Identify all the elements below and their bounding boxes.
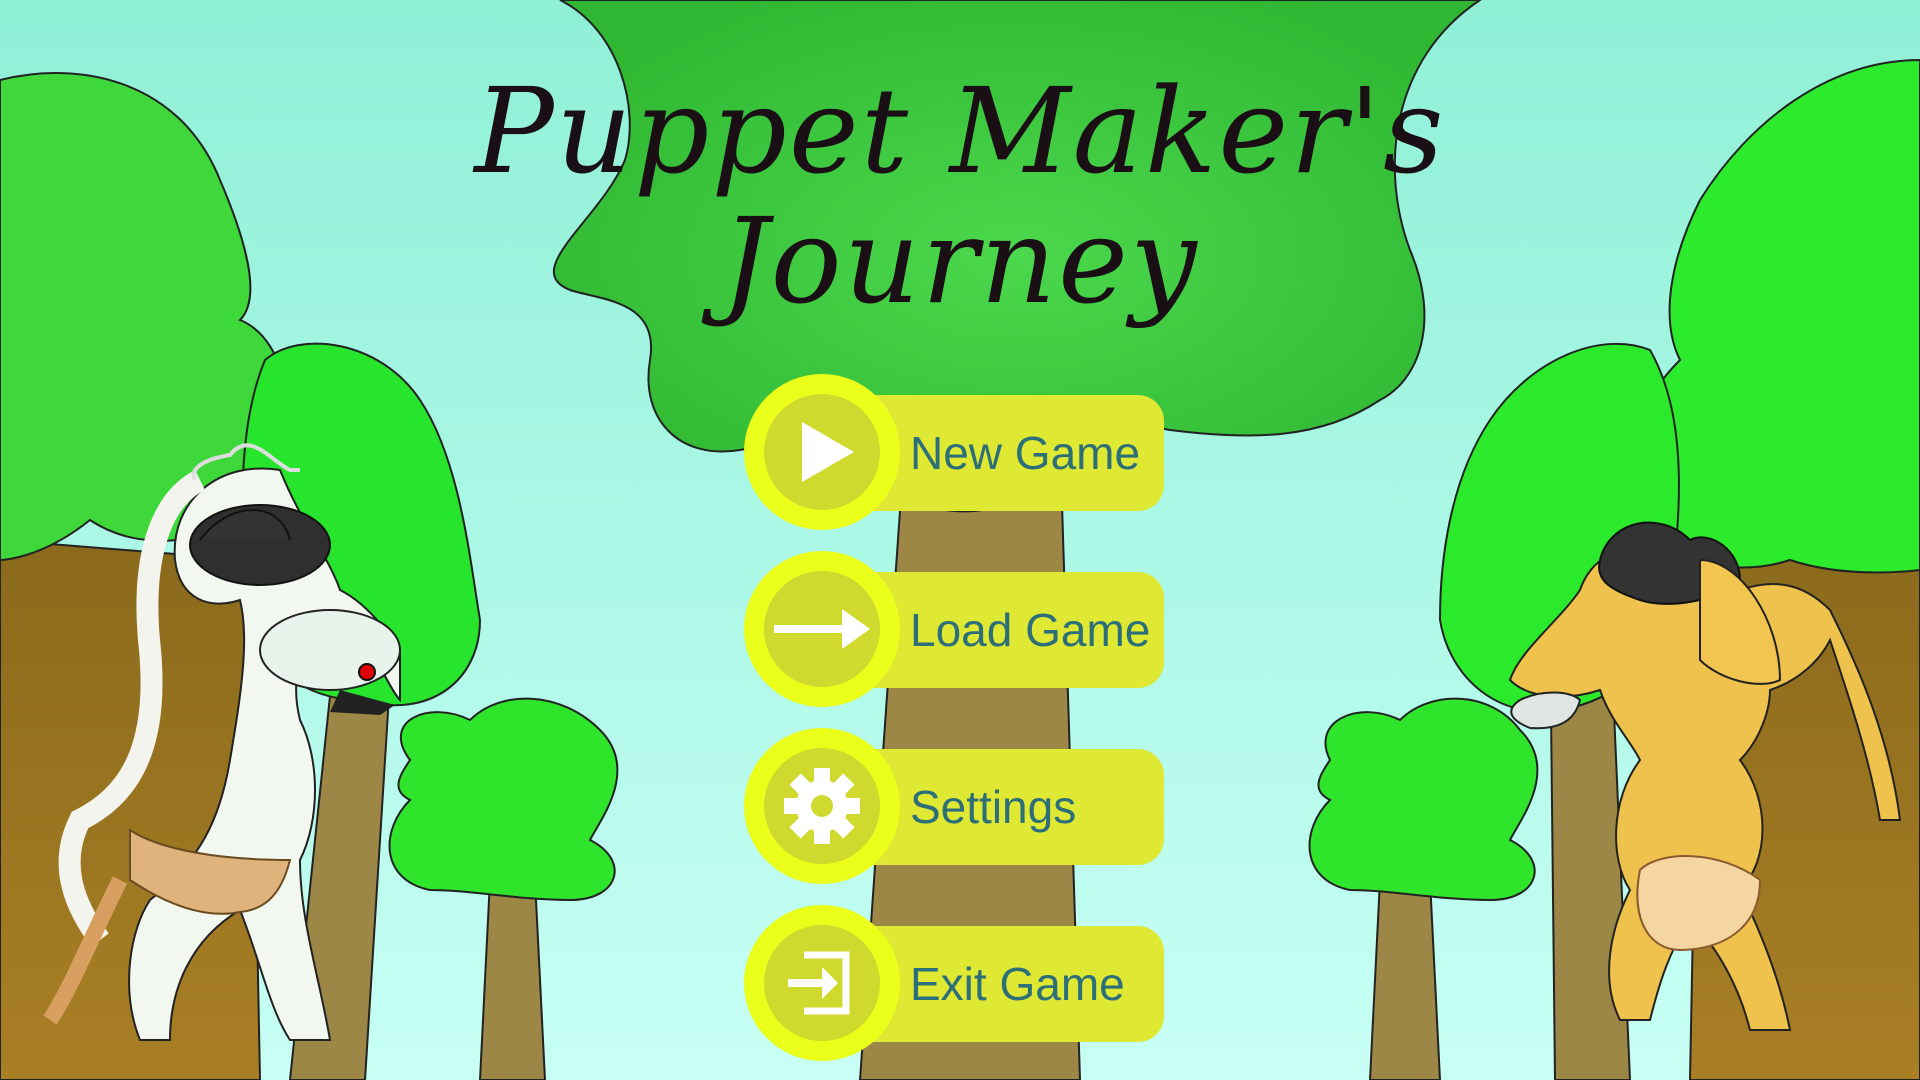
load-game-button[interactable]: Load Game: [744, 551, 1164, 707]
left-small-trunk: [478, 879, 547, 1080]
exit-game-label: Exit Game: [910, 958, 1125, 1010]
game-title-line2: Journey: [721, 192, 1199, 330]
game-title-line1: Puppet Maker's: [474, 62, 1446, 200]
settings-label: Settings: [910, 781, 1077, 833]
right-small-tree: [1308, 697, 1539, 902]
right-small-trunk: [1368, 879, 1442, 1080]
exit-game-button[interactable]: Exit Game: [744, 905, 1164, 1061]
settings-button[interactable]: Settings: [744, 728, 1164, 884]
new-game-button[interactable]: New Game: [744, 374, 1164, 530]
left-small-tree: [388, 697, 619, 902]
play-icon: [802, 422, 854, 482]
exit-icon: [788, 951, 850, 1015]
load-game-label: Load Game: [910, 604, 1151, 656]
new-game-label: New Game: [910, 427, 1141, 479]
arrow-right-icon: [774, 609, 870, 649]
gear-icon: [784, 768, 860, 844]
